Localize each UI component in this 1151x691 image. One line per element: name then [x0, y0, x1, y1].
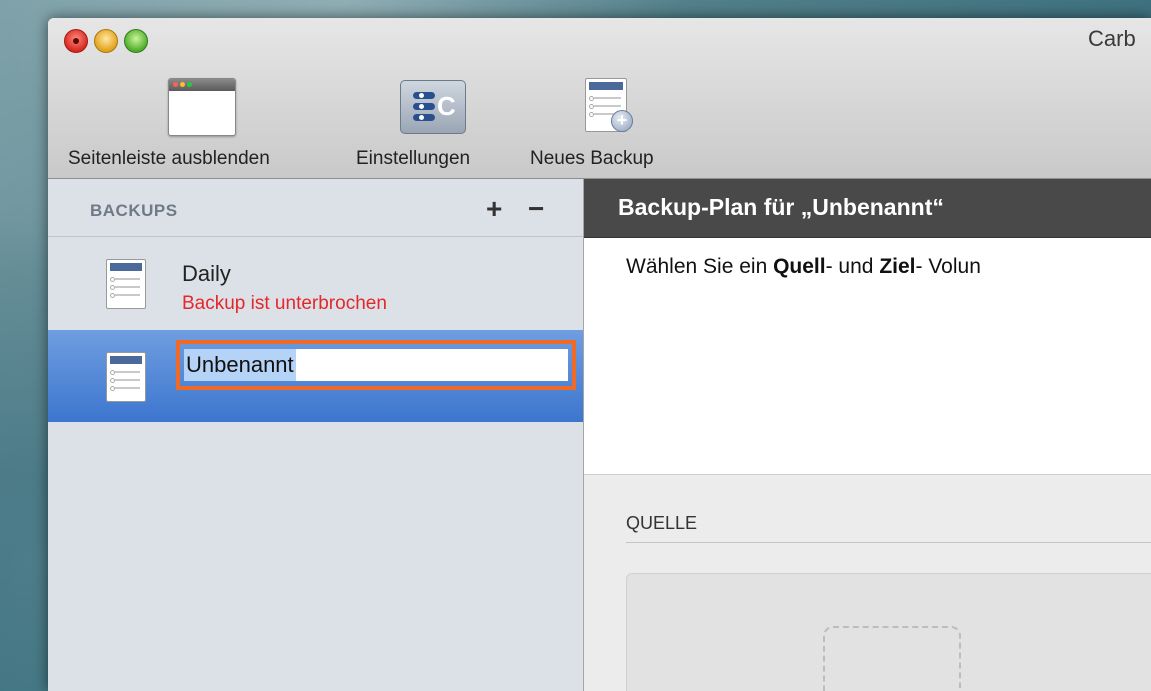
- plan-title: Backup-Plan für „Unbenannt“: [618, 194, 944, 220]
- instruction-part: Wählen Sie ein: [626, 255, 774, 278]
- minimize-window-button[interactable]: [94, 29, 118, 53]
- rename-highlight-box: Unbenannt: [176, 340, 576, 390]
- window-title: Carb: [1088, 26, 1136, 51]
- close-window-button[interactable]: [64, 29, 88, 53]
- instruction-source-word: Quell: [773, 255, 826, 278]
- backups-sidebar: BACKUPS + − Daily Backup ist unterbroche…: [48, 179, 584, 691]
- settings-icon: C: [400, 80, 466, 134]
- source-divider: [626, 542, 1151, 543]
- source-volume-slot[interactable]: [823, 626, 961, 691]
- add-backup-button[interactable]: +: [486, 193, 502, 225]
- instruction-part: - und: [825, 255, 880, 278]
- settings-label: Einstellungen: [356, 148, 471, 169]
- selected-name-text: Unbenannt: [184, 349, 296, 381]
- instruction-part: - Volun: [915, 255, 981, 278]
- sidebar-item-daily[interactable]: Daily Backup ist unterbrochen: [48, 251, 583, 341]
- titlebar-toolbar: Carb Seitenleiste ausblenden C Einstellu…: [48, 18, 1151, 179]
- backup-document-icon: [106, 259, 146, 311]
- sidebar-title: BACKUPS: [90, 201, 178, 220]
- backup-status-text: Backup ist unterbrochen: [182, 293, 387, 314]
- backup-name-input[interactable]: Unbenannt: [184, 349, 568, 381]
- remove-backup-button[interactable]: −: [528, 193, 544, 225]
- window-sidebar-icon: [168, 78, 236, 136]
- new-backup-icon: +: [585, 78, 633, 134]
- instruction-text: Wählen Sie ein Quell- und Ziel- Volun: [626, 255, 981, 279]
- source-section: QUELLE: [584, 474, 1151, 691]
- instruction-destination-word: Ziel: [879, 255, 916, 278]
- new-backup-label: Neues Backup: [530, 148, 654, 169]
- backup-document-icon: [106, 352, 146, 404]
- sidebar-header: BACKUPS + −: [48, 179, 583, 237]
- sidebar-item-unbenannt[interactable]: Unbenannt: [48, 330, 583, 422]
- hide-sidebar-label: Seitenleiste ausblenden: [68, 148, 270, 169]
- backup-plan-panel: Backup-Plan für „Unbenannt“ Wählen Sie e…: [584, 179, 1151, 691]
- source-drop-area[interactable]: [626, 573, 1151, 691]
- app-window: Carb Seitenleiste ausblenden C Einstellu…: [48, 18, 1151, 691]
- sidebar-item-label: Daily: [182, 261, 231, 286]
- source-label: QUELLE: [626, 513, 698, 533]
- plan-header: Backup-Plan für „Unbenannt“: [584, 179, 1151, 238]
- zoom-window-button[interactable]: [124, 29, 148, 53]
